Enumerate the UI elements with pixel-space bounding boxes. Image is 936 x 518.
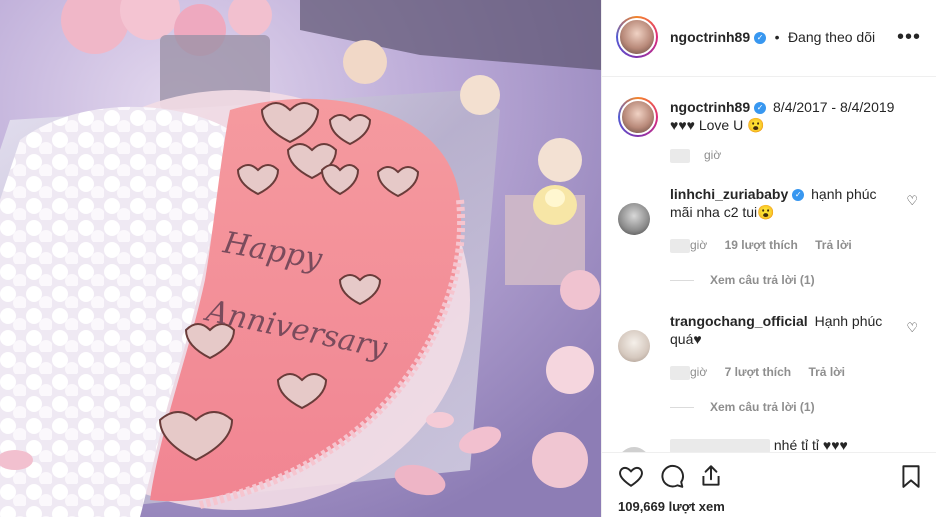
view-replies-label: Xem câu trả lời (1) [710, 273, 815, 287]
comment-item: linhchi_zuriababy ✓ hạnh phúc mãi nha c2 … [618, 185, 918, 295]
view-replies-label: Xem câu trả lời (1) [710, 400, 815, 414]
verified-badge-icon: ✓ [754, 31, 767, 44]
comment-item-partial: nhé tỉ tỉ ♥♥♥ [618, 437, 918, 452]
comment-username[interactable]: linhchi_zuriababy [670, 186, 788, 202]
caption-line2: ♥♥♥ Love U 😮 [670, 117, 765, 133]
post-actions: 109,669 lượt xem [602, 452, 936, 518]
caption-text: 8/4/2017 - 8/4/2019 [773, 99, 895, 115]
heart-icon[interactable] [618, 463, 644, 489]
blurred-time [670, 148, 690, 163]
comment-username[interactable]: trangochang_official [670, 313, 808, 329]
caption-username[interactable]: ngoctrinh89 [670, 99, 750, 115]
view-replies-button[interactable]: Xem câu trả lời (1) [670, 400, 815, 414]
author-avatar[interactable] [616, 16, 658, 58]
view-count[interactable]: 109,669 lượt xem [618, 499, 725, 514]
comment-item: trangochang_official Hạnh phúc quá♥ ♡ gi… [618, 312, 918, 422]
verified-badge-icon: ✓ [792, 189, 805, 202]
caption-time[interactable]: giờ [704, 148, 721, 162]
more-options-icon[interactable]: ••• [897, 26, 921, 49]
comment-reply-button[interactable]: Trả lời [815, 238, 852, 252]
blurred-time [670, 238, 690, 253]
comment-likes[interactable]: 7 lượt thích [725, 365, 792, 379]
caption-avatar[interactable] [618, 97, 658, 137]
comment-like-heart-icon[interactable]: ♡ [906, 193, 918, 209]
commenter-avatar[interactable] [618, 330, 650, 362]
comment-like-heart-icon[interactable]: ♡ [906, 320, 918, 336]
author-username[interactable]: ngoctrinh89 [670, 29, 750, 45]
post-media[interactable]: Happy Anniversary [0, 0, 601, 517]
comment-time[interactable]: giờ [690, 238, 707, 252]
comment-likes[interactable]: 19 lượt thích [725, 238, 798, 252]
view-replies-button[interactable]: Xem câu trả lời (1) [670, 273, 815, 287]
caption: ngoctrinh89 ✓ 8/4/2017 - 8/4/2019 ♥♥♥ Lov… [618, 97, 918, 163]
comment-icon[interactable] [659, 463, 685, 489]
verified-badge-icon: ✓ [754, 102, 767, 115]
separator-dot: • [774, 29, 780, 45]
comment-text: nhé tỉ tỉ ♥♥♥ [773, 437, 848, 452]
replies-divider-line [670, 407, 694, 409]
comment-reply-button[interactable]: Trả lời [808, 365, 845, 379]
comments-list[interactable]: ngoctrinh89 ✓ 8/4/2017 - 8/4/2019 ♥♥♥ Lov… [602, 77, 936, 452]
bookmark-icon[interactable] [898, 463, 924, 489]
post-header: ngoctrinh89 ✓ • Đang theo dõi ••• [602, 0, 936, 77]
follow-status-button[interactable]: Đang theo dõi [788, 29, 875, 45]
blurred-username [670, 439, 770, 452]
blurred-time [670, 365, 690, 380]
commenter-avatar[interactable] [618, 203, 650, 235]
share-icon[interactable] [698, 463, 724, 489]
comment-time[interactable]: giờ [690, 365, 707, 379]
post-side-panel: ngoctrinh89 ✓ • Đang theo dõi ••• ngoctri… [601, 0, 936, 517]
replies-divider-line [670, 280, 694, 282]
cake-photo: Happy Anniversary [0, 0, 601, 517]
